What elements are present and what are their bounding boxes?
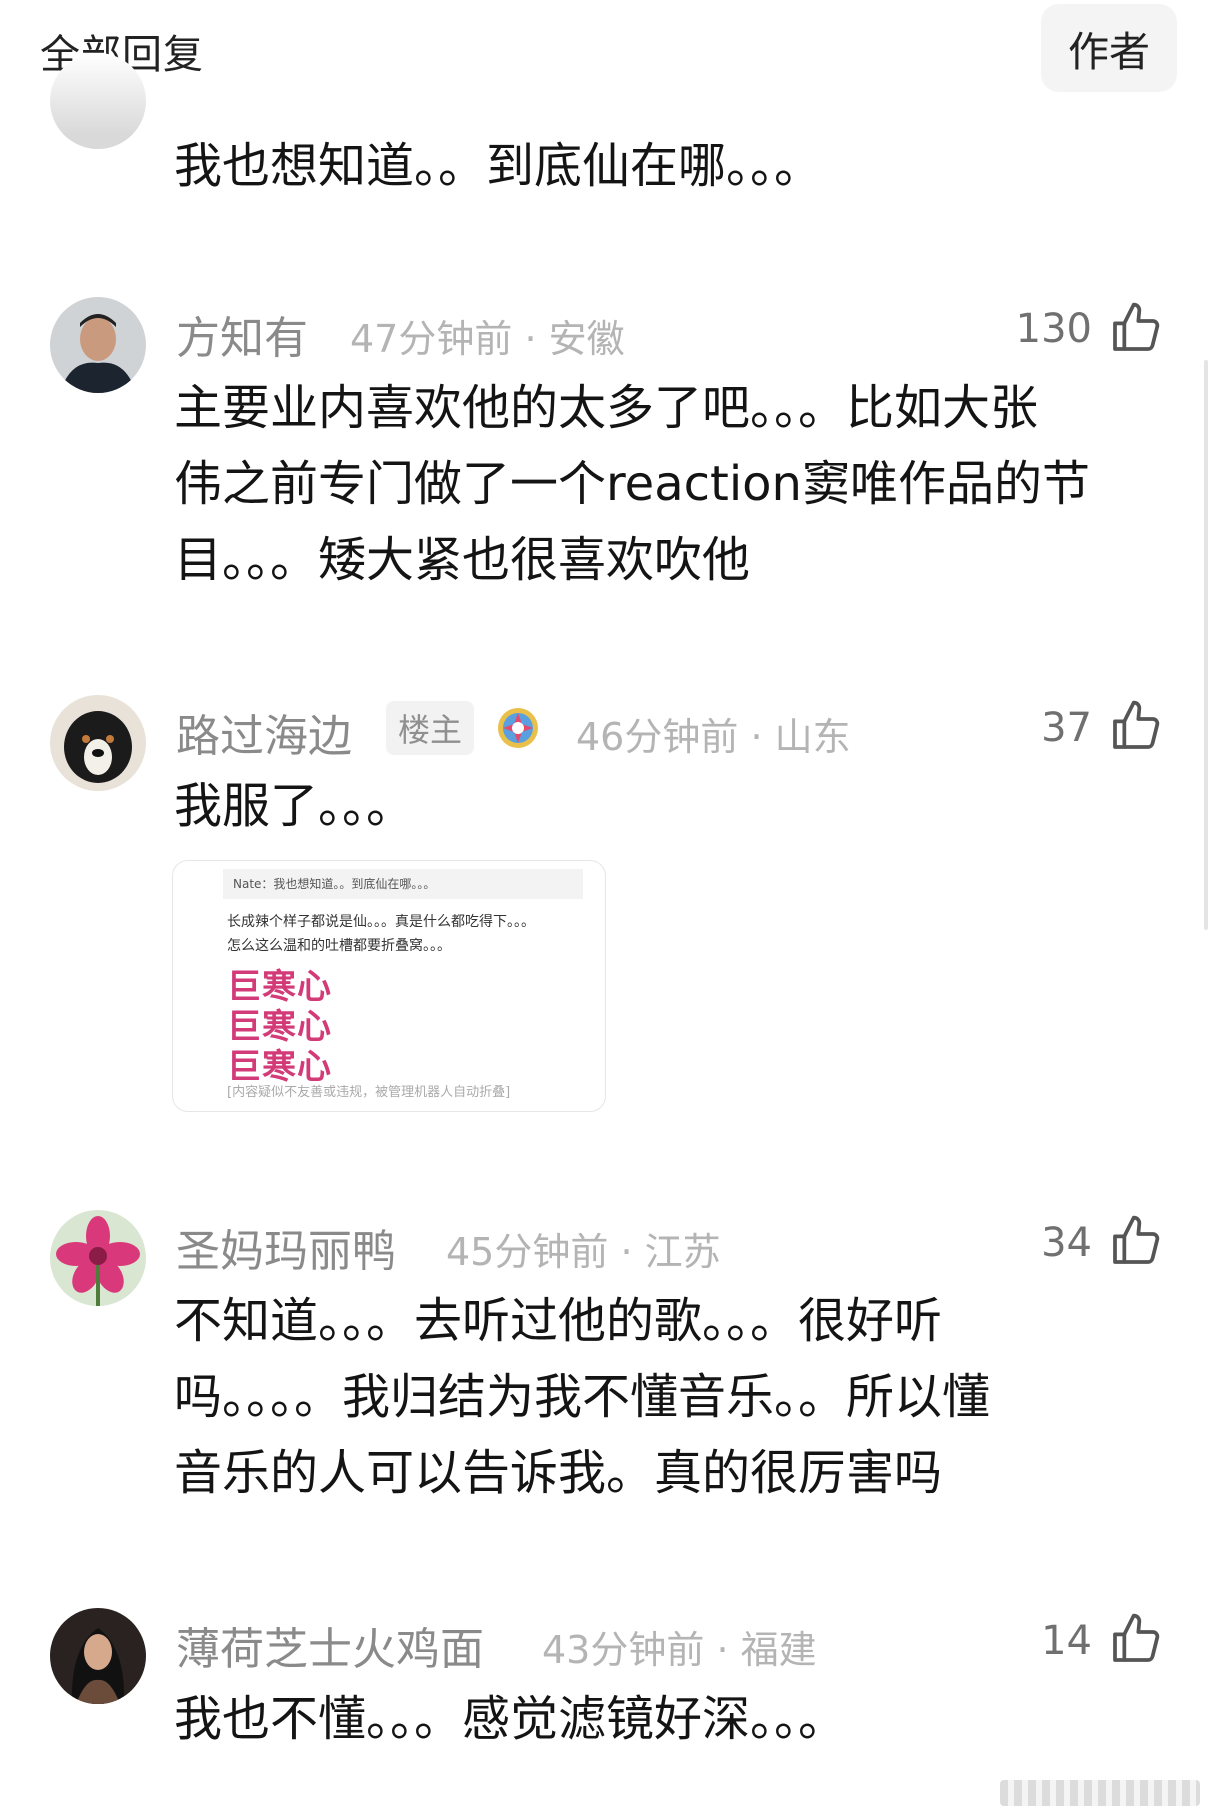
meta-separator: · — [704, 1628, 741, 1672]
quoted-image-card[interactable]: Nate：我也想知道。。到底仙在哪。。。 长成辣个样子都说是仙。。。真是什么都吃… — [172, 860, 606, 1112]
scrollbar[interactable] — [1204, 360, 1208, 930]
comment-line: 不知道。。。去听过他的歌。。。很好听 — [174, 1293, 943, 1349]
comment-text: 我也不懂。。。感觉滤镜好深。。。 — [174, 1681, 1174, 1757]
comment-text: 我服了。。。 — [174, 768, 1174, 844]
quote-line: 长成辣个样子都说是仙。。。真是什么都吃得下。。。 — [227, 914, 535, 930]
comment-line: 音乐的人可以告诉我。真的很厉害吗 — [174, 1445, 943, 1501]
comment-location: 江苏 — [644, 1230, 721, 1274]
author-filter-button[interactable]: 作者 — [1041, 4, 1177, 92]
comment-line: 伟之前专门做了一个reaction窦唯作品的节 — [174, 456, 1090, 512]
quote-header: Nate：我也想知道。。到底仙在哪。。。 — [223, 869, 583, 899]
comment-author[interactable]: 方知有 — [176, 302, 308, 366]
comment-text: 主要业内喜欢他的太多了吧。。。比如大张 伟之前专门做了一个reaction窦唯作… — [174, 370, 1174, 598]
meta-separator: · — [738, 715, 775, 759]
like-count: 14 — [1041, 1618, 1092, 1664]
comment-line: 我服了。。。 — [174, 778, 415, 834]
comment-time: 46分钟前 — [576, 715, 739, 759]
thumbs-up-icon[interactable] — [1108, 698, 1164, 754]
comment-author[interactable]: 圣妈玛丽鸭 — [176, 1215, 396, 1279]
avatar[interactable] — [50, 1608, 146, 1704]
watermark-bar — [1000, 1780, 1200, 1806]
comment-line: 吗。。。。我归结为我不懂音乐。。所以懂 — [174, 1369, 991, 1425]
comment-author[interactable]: 路过海边 — [176, 700, 352, 764]
comment-meta: 46分钟前 · 山东 — [576, 706, 851, 761]
like-count: 34 — [1041, 1220, 1092, 1266]
thumbs-up-icon[interactable] — [1108, 1213, 1164, 1269]
medal-icon — [498, 708, 538, 748]
comment-location: 福建 — [740, 1628, 817, 1672]
comment-line: 目。。。矮大紧也很喜欢吹他 — [174, 532, 751, 588]
quote-footer: [内容疑似不友善或违规，被管理机器人自动折叠] — [227, 1085, 511, 1100]
comment-meta: 43分钟前 · 福建 — [542, 1619, 817, 1674]
avatar[interactable] — [50, 53, 146, 149]
comment-text: 不知道。。。去听过他的歌。。。很好听 吗。。。。我归结为我不懂音乐。。所以懂 音… — [174, 1283, 1174, 1511]
comment-text: 我也想知道。。到底仙在哪。。。 — [174, 138, 823, 194]
comment-line: 我也不懂。。。感觉滤镜好深。。。 — [174, 1691, 847, 1747]
comment-location: 安徽 — [548, 317, 625, 361]
comment-meta: 45分钟前 · 江苏 — [446, 1221, 721, 1276]
quote-line: 怎么这么温和的吐槽都要折叠窝。。。 — [227, 938, 451, 954]
comment-author[interactable]: 薄荷芝士火鸡面 — [176, 1613, 484, 1677]
meta-separator: · — [512, 317, 549, 361]
avatar[interactable] — [50, 1210, 146, 1306]
comment-meta: 47分钟前 · 安徽 — [350, 308, 625, 363]
meta-separator: · — [608, 1230, 645, 1274]
comment-time: 43分钟前 — [542, 1628, 705, 1672]
comment-time: 45分钟前 — [446, 1230, 609, 1274]
thumbs-up-icon[interactable] — [1108, 1611, 1164, 1667]
comment-line: 主要业内喜欢他的太多了吧。。。比如大张 — [174, 380, 1039, 436]
avatar[interactable] — [50, 297, 146, 393]
like-count: 37 — [1041, 705, 1092, 751]
op-badge: 楼主 — [386, 701, 474, 755]
comment-location: 山东 — [774, 715, 851, 759]
like-count: 130 — [1015, 306, 1092, 352]
comment-time: 47分钟前 — [350, 317, 513, 361]
avatar[interactable] — [50, 695, 146, 791]
thumbs-up-icon[interactable] — [1108, 300, 1164, 356]
